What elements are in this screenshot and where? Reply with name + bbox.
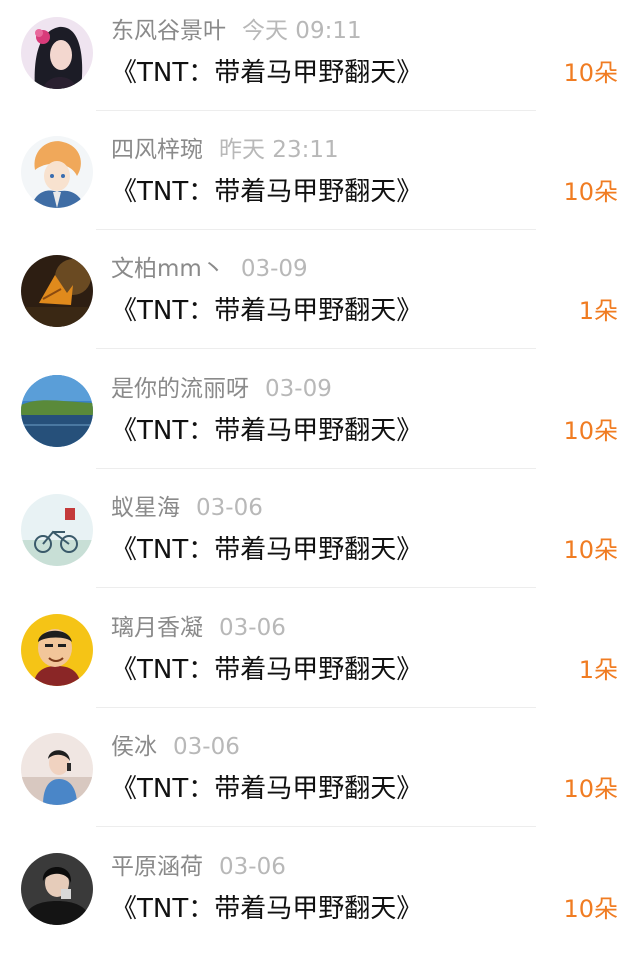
entry-meta: 四风梓琬 昨天 23:11 xyxy=(111,133,339,167)
username[interactable]: 文柏mm丶 xyxy=(111,256,225,282)
username[interactable]: 四风梓琬 xyxy=(111,137,203,163)
entry-meta: 侯冰 03-06 xyxy=(111,730,240,764)
list-item[interactable]: 是你的流丽呀 03-09 《TNT：带着马甲野翻天》 10朵 xyxy=(0,358,640,478)
entry-meta: 璃月香凝 03-06 xyxy=(111,611,286,645)
book-title[interactable]: 《TNT：带着马甲野翻天》 xyxy=(111,889,422,929)
entry-meta: 蚁星海 03-06 xyxy=(111,491,263,525)
book-title[interactable]: 《TNT：带着马甲野翻天》 xyxy=(111,530,422,570)
username[interactable]: 侯冰 xyxy=(111,734,157,760)
cartoon-man-icon xyxy=(21,614,93,686)
book-title[interactable]: 《TNT：带着马甲野翻天》 xyxy=(111,769,422,809)
divider xyxy=(96,110,536,111)
anime-boy-icon xyxy=(21,136,93,208)
book-title[interactable]: 《TNT：带着马甲野翻天》 xyxy=(111,172,422,212)
list-item[interactable]: 四风梓琬 昨天 23:11 《TNT：带着马甲野翻天》 10朵 xyxy=(0,119,640,239)
divider xyxy=(96,826,536,827)
list-item[interactable]: 平原涵荷 03-06 《TNT：带着马甲野翻天》 10朵 xyxy=(0,836,640,956)
book-title[interactable]: 《TNT：带着马甲野翻天》 xyxy=(111,650,422,690)
avatar[interactable] xyxy=(21,733,93,805)
timestamp: 03-06 xyxy=(173,734,240,760)
flower-count: 10朵 xyxy=(563,417,618,445)
flower-count: 10朵 xyxy=(563,895,618,923)
avatar[interactable] xyxy=(21,255,93,327)
avatar[interactable] xyxy=(21,17,93,89)
entry-meta: 是你的流丽呀 03-09 xyxy=(111,372,332,406)
entry-meta: 文柏mm丶 03-09 xyxy=(111,252,308,286)
username[interactable]: 璃月香凝 xyxy=(111,615,203,641)
list-item[interactable]: 东风谷景叶 今天 09:11 《TNT：带着马甲野翻天》 10朵 xyxy=(0,0,640,120)
flower-count: 10朵 xyxy=(563,775,618,803)
username[interactable]: 平原涵荷 xyxy=(111,854,203,880)
avatar[interactable] xyxy=(21,494,93,566)
avatar[interactable] xyxy=(21,614,93,686)
entry-meta: 东风谷景叶 今天 09:11 xyxy=(111,14,362,48)
divider xyxy=(96,587,536,588)
username[interactable]: 是你的流丽呀 xyxy=(111,376,249,402)
flower-count: 10朵 xyxy=(563,178,618,206)
bicycle-icon xyxy=(21,494,93,566)
book-title[interactable]: 《TNT：带着马甲野翻天》 xyxy=(111,411,422,451)
timestamp: 03-09 xyxy=(240,256,308,282)
timestamp: 03-06 xyxy=(219,615,286,641)
flower-count: 1朵 xyxy=(578,297,618,325)
entry-meta: 平原涵荷 03-06 xyxy=(111,850,286,884)
divider xyxy=(96,229,536,230)
person-on-phone-icon xyxy=(21,733,93,805)
list-item[interactable]: 璃月香凝 03-06 《TNT：带着马甲野翻天》 1朵 xyxy=(0,597,640,717)
flower-count: 10朵 xyxy=(563,59,618,87)
divider xyxy=(96,707,536,708)
book-title[interactable]: 《TNT：带着马甲野翻天》 xyxy=(111,53,422,93)
divider xyxy=(96,468,536,469)
dark-hair-person-icon xyxy=(21,853,93,925)
avatar[interactable] xyxy=(21,136,93,208)
autumn-leaf-icon xyxy=(21,255,93,327)
timestamp: 03-06 xyxy=(196,495,263,521)
lake-landscape-icon xyxy=(21,375,93,447)
divider xyxy=(96,348,536,349)
timestamp: 03-09 xyxy=(265,376,332,402)
girl-with-flower-icon xyxy=(21,17,93,89)
book-title[interactable]: 《TNT：带着马甲野翻天》 xyxy=(111,291,422,331)
flower-count: 10朵 xyxy=(563,536,618,564)
username[interactable]: 蚁星海 xyxy=(111,495,180,521)
avatar[interactable] xyxy=(21,853,93,925)
avatar[interactable] xyxy=(21,375,93,447)
timestamp: 昨天 23:11 xyxy=(219,137,339,163)
list-item[interactable]: 蚁星海 03-06 《TNT：带着马甲野翻天》 10朵 xyxy=(0,477,640,597)
timestamp: 今天 09:11 xyxy=(242,18,362,44)
list-item[interactable]: 文柏mm丶 03-09 《TNT：带着马甲野翻天》 1朵 xyxy=(0,238,640,358)
list-item[interactable]: 侯冰 03-06 《TNT：带着马甲野翻天》 10朵 xyxy=(0,716,640,836)
gift-record-list: 东风谷景叶 今天 09:11 《TNT：带着马甲野翻天》 10朵 四风梓琬 昨天 2… xyxy=(0,0,640,940)
flower-count: 1朵 xyxy=(578,656,618,684)
timestamp: 03-06 xyxy=(219,854,286,880)
username[interactable]: 东风谷景叶 xyxy=(111,18,226,44)
